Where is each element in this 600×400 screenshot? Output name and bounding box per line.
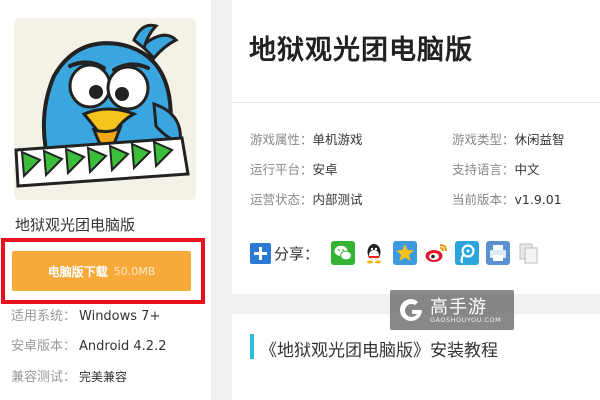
attribute-key: 游戏类型：	[452, 132, 515, 147]
system-info-row: 适用系统： Windows 7+	[11, 307, 206, 337]
system-info-key: 安卓版本：	[11, 339, 77, 354]
attribute-key: 支持语言：	[452, 162, 515, 177]
brand-logo-icon	[400, 299, 422, 321]
attribute-game-type: 游戏类型：休闲益智	[452, 129, 565, 148]
attribute-value: 中文	[514, 162, 540, 177]
watermark-domain: GAOSHOUYOU.COM	[430, 316, 502, 324]
left-panel: 地狱观光团电脑版 电脑版下载 50.0MB 适用系统： Windows 7+ 安卓…	[0, 0, 211, 400]
share-plus-icon[interactable]	[250, 242, 271, 264]
attribute-value: v1.9.01	[514, 192, 562, 207]
app-icon[interactable]	[14, 18, 196, 200]
download-button-label: 电脑版下载	[47, 264, 108, 279]
system-info-row: 安卓版本： Android 4.2.2	[11, 337, 206, 367]
system-info-key: 兼容测试：	[11, 370, 77, 385]
copy-icon[interactable]	[517, 241, 541, 265]
page: 地狱观光团电脑版 电脑版下载 50.0MB 适用系统： Windows 7+ 安卓…	[0, 0, 600, 400]
attribute-platform: 运行平台：安卓	[250, 159, 338, 178]
system-info-value: Windows 7+	[79, 309, 161, 324]
share-label: 分享：	[274, 244, 320, 263]
download-size: 50.0MB	[113, 264, 156, 278]
tencent-weibo-icon[interactable]	[455, 241, 480, 265]
attribute-value: 安卓	[312, 162, 338, 177]
attribute-value: 内部测试	[312, 192, 363, 207]
watermark: 高手游 GAOSHOUYOU.COM	[390, 290, 514, 330]
qq-icon[interactable]	[362, 241, 386, 265]
print-icon[interactable]	[486, 241, 511, 265]
share-bar: 分享：	[250, 238, 548, 268]
attribute-status: 运营状态：内部测试	[250, 189, 363, 208]
download-button[interactable]: 电脑版下载 50.0MB	[12, 251, 191, 291]
system-info-value: Android 4.2.2	[79, 339, 167, 354]
attribute-value: 单机游戏	[312, 132, 363, 147]
attribute-key: 运营状态：	[250, 192, 313, 207]
attribute-value: 休闲益智	[514, 132, 565, 147]
blue-bird-icon	[14, 18, 196, 200]
divider	[232, 102, 600, 103]
wechat-icon[interactable]	[331, 241, 356, 265]
system-info-key: 适用系统：	[11, 309, 77, 324]
attribute-game-property: 游戏属性：单机游戏	[250, 129, 363, 148]
app-name: 地狱观光团电脑版	[15, 216, 136, 234]
attribute-language: 支持语言：中文	[452, 159, 540, 178]
page-title: 地狱观光团电脑版	[249, 35, 473, 66]
system-info-row: 兼容测试： 完美兼容	[11, 367, 206, 397]
system-info: 适用系统： Windows 7+ 安卓版本： Android 4.2.2 兼容测试：…	[11, 307, 206, 397]
main-panel: 地狱观光团电脑版 游戏属性：单机游戏 游戏类型：休闲益智 运行平台：安卓 支持语…	[232, 0, 600, 294]
attribute-version: 当前版本：v1.9.01	[452, 189, 562, 208]
section-accent-bar	[250, 334, 254, 359]
weibo-icon[interactable]	[424, 241, 448, 265]
attribute-key: 当前版本：	[452, 192, 515, 207]
attribute-key: 游戏属性：	[250, 132, 313, 147]
attribute-key: 运行平台：	[250, 162, 313, 177]
system-info-value: 完美兼容	[79, 370, 128, 384]
section-title: 《地狱观光团电脑版》安装教程	[260, 341, 498, 361]
qzone-icon[interactable]	[393, 241, 418, 265]
